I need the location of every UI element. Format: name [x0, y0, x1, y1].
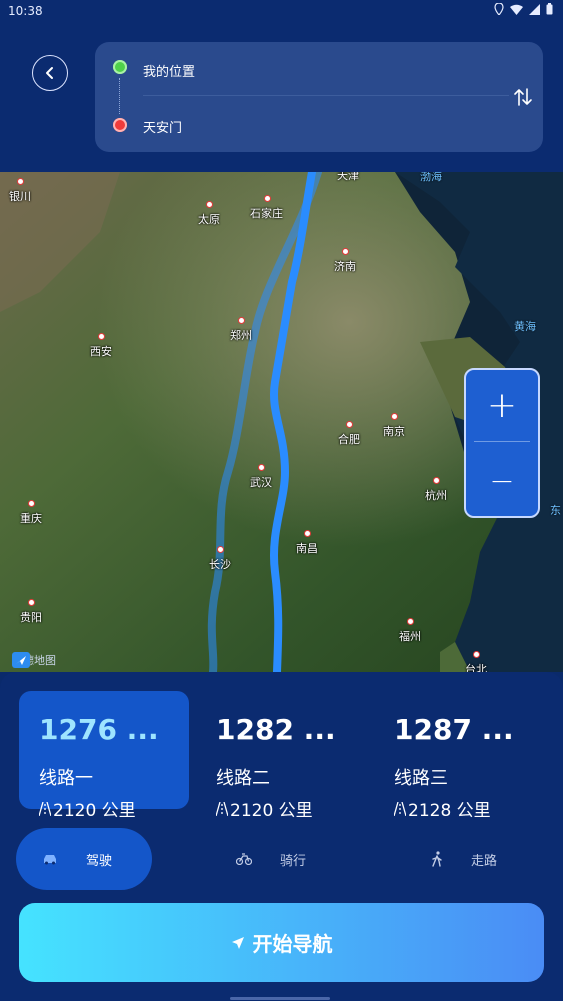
mode-walk[interactable]: 走路 [431, 828, 497, 890]
route-option-3[interactable]: 1287 ... 线路三 2128 公里 [374, 691, 544, 821]
mode-bike[interactable]: 骑行 [236, 828, 306, 890]
mode-drive[interactable]: 驾驶 [16, 828, 153, 890]
road-icon [216, 801, 228, 816]
city-label: 南京 [383, 413, 405, 438]
route-time: 1287 ... [394, 713, 514, 746]
battery-icon [546, 3, 553, 15]
city-label: 杭州 [425, 477, 447, 502]
map-view[interactable]: 银川 太原 石家庄 天津 济南 郑州 西安 合肥 南京 武汉 杭州 重庆 长沙 … [0, 172, 563, 672]
route-connector [119, 78, 120, 114]
city-label: 合肥 [338, 421, 360, 446]
back-button[interactable] [32, 55, 68, 91]
location-icon [494, 3, 504, 15]
city-label: 太原 [198, 201, 220, 226]
signal-icon [529, 3, 540, 15]
status-time: 10:38 [8, 4, 43, 18]
walk-icon [432, 851, 442, 867]
route-option-1[interactable]: 1276 ... 线路一 2120 公里 [19, 691, 189, 821]
city-label: 重庆 [20, 500, 42, 525]
zoom-control: + − [464, 368, 540, 518]
road-icon [394, 801, 406, 816]
route-option-2[interactable]: 1282 ... 线路二 2120 公里 [196, 691, 366, 821]
from-field[interactable]: 我的位置 [143, 61, 195, 80]
road-icon [39, 801, 51, 816]
route-distance-value: 2120 公里 [53, 801, 136, 821]
bike-icon [236, 853, 252, 865]
city-label: 武汉 [250, 464, 272, 489]
city-label: 台北 [465, 651, 487, 672]
home-indicator [230, 997, 330, 1000]
chevron-left-icon [46, 67, 53, 79]
route-distance-value: 2120 公里 [230, 801, 313, 821]
city-label: 长沙 [209, 546, 231, 571]
end-point-icon [113, 118, 127, 132]
zoom-in-button[interactable]: + [466, 370, 538, 440]
route-name: 线路二 [216, 768, 270, 789]
map-logo: 高德地图 [12, 652, 56, 668]
city-label: 石家庄 [250, 195, 283, 220]
route-distance: 2120 公里 [39, 796, 136, 821]
zoom-out-button[interactable]: − [466, 446, 538, 516]
city-label: 银川 [9, 178, 31, 203]
route-name: 线路三 [394, 768, 448, 789]
route-distance: 2128 公里 [394, 796, 491, 821]
city-label: 西安 [90, 333, 112, 358]
start-navigation-label: 开始导航 [252, 932, 333, 956]
route-distance-value: 2128 公里 [408, 801, 491, 821]
divider [143, 95, 509, 96]
sea-label: 黄海 [514, 320, 536, 333]
city-label: 福州 [399, 618, 421, 643]
wifi-icon [510, 4, 523, 15]
city-label: 贵阳 [20, 599, 42, 624]
route-name: 线路一 [39, 768, 93, 789]
route-input-card: 我的位置 天安门 [95, 42, 543, 152]
zoom-divider [474, 441, 530, 442]
car-icon [44, 855, 56, 865]
start-point-icon [113, 60, 127, 74]
swap-icon[interactable] [513, 86, 533, 108]
amap-logo-icon [12, 652, 30, 668]
city-label: 济南 [334, 248, 356, 273]
mode-walk-label: 走路 [471, 853, 498, 869]
status-bar: 10:38 [0, 0, 563, 22]
route-time: 1282 ... [216, 713, 336, 746]
start-navigation-button[interactable]: 开始导航 [19, 903, 544, 982]
route-sheet: 1276 ... 线路一 2120 公里 1282 ... 线路二 2120 公… [0, 672, 563, 1001]
mode-bike-label: 骑行 [280, 853, 307, 869]
city-label: 天津 [337, 172, 359, 183]
mode-drive-label: 驾驶 [86, 853, 113, 869]
sea-label: 渤海 [420, 172, 442, 183]
navigation-arrow-icon [231, 936, 244, 949]
to-field[interactable]: 天安门 [143, 117, 182, 136]
city-label: 南昌 [296, 530, 318, 555]
route-distance: 2120 公里 [216, 796, 313, 821]
route-time: 1276 ... [39, 713, 159, 746]
city-label: 郑州 [230, 317, 252, 342]
sea-label: 东 [550, 504, 561, 517]
status-icons [494, 3, 553, 15]
